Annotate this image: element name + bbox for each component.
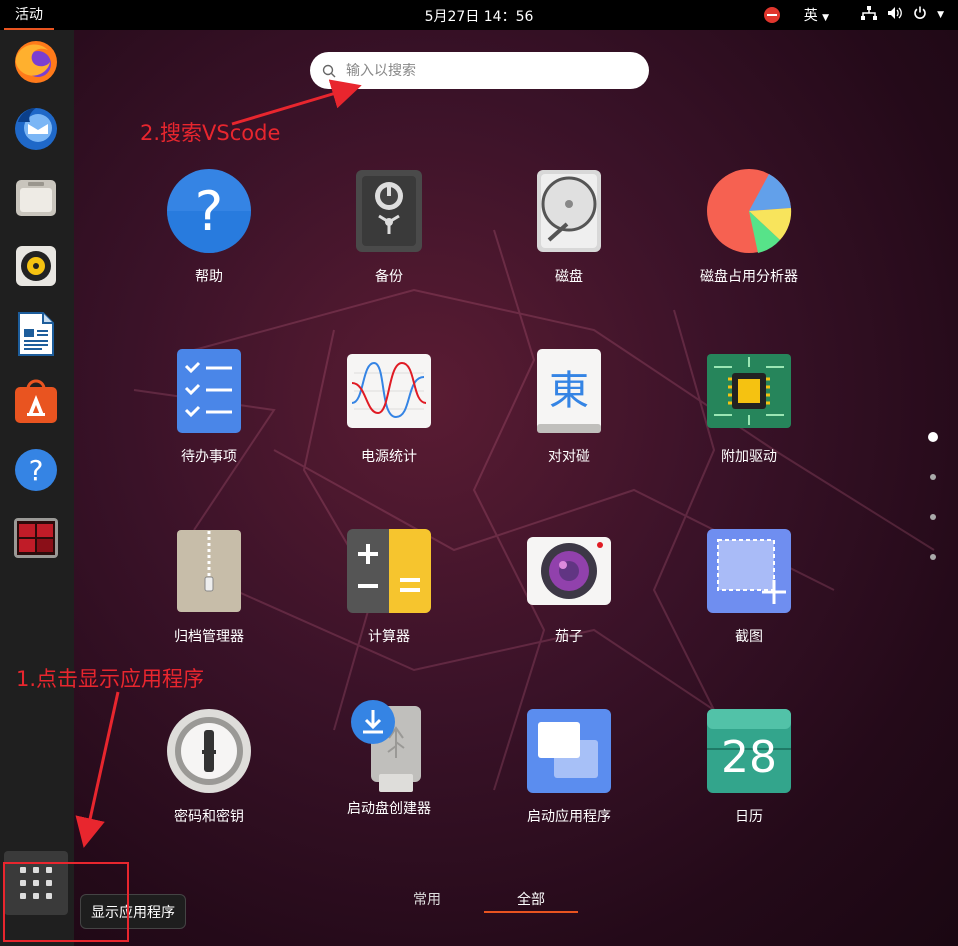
svg-text:?: ?: [29, 454, 44, 487]
thunderbird-icon[interactable]: [12, 104, 60, 152]
app-label: 归档管理器: [174, 629, 244, 645]
firefox-icon[interactable]: [12, 38, 60, 86]
disk-icon: [526, 168, 612, 254]
app-power-statistics[interactable]: 电源统计: [314, 348, 464, 498]
annotation-step2: 2.搜索VScode: [140, 121, 281, 145]
calendar-day: 28: [721, 732, 777, 783]
app-cheese[interactable]: 茄子: [494, 528, 644, 678]
startup-apps-icon: [526, 708, 612, 794]
power-statistics-icon: [346, 348, 432, 434]
app-label: 日历: [735, 809, 763, 825]
search-icon: [322, 64, 336, 77]
camera-cheese-icon: [526, 528, 612, 614]
app-todo[interactable]: 待办事项: [134, 348, 284, 498]
calendar-icon: 28: [706, 708, 792, 794]
tab-all[interactable]: 全部: [484, 889, 578, 909]
writer-icon[interactable]: [12, 310, 60, 358]
system-tray: 英 ▼ ▼: [763, 0, 944, 30]
page-dot[interactable]: [930, 514, 936, 520]
annotation-step1: 1.点击显示应用程序: [16, 667, 205, 691]
search-box[interactable]: [310, 52, 649, 89]
input-method-label: 英: [803, 8, 818, 24]
app-label: 磁盘占用分析器: [700, 269, 798, 285]
app-label: 待办事项: [181, 449, 237, 465]
files-icon[interactable]: [12, 174, 60, 222]
usb-creator-icon: [346, 698, 432, 794]
app-help[interactable]: ? 帮助: [134, 168, 284, 318]
app-label: 电源统计: [361, 449, 417, 465]
page-dot[interactable]: [930, 474, 936, 480]
app-additional-drivers[interactable]: 附加驱动: [674, 348, 824, 498]
app-disks[interactable]: 磁盘: [494, 168, 644, 318]
app-usb-creator[interactable]: 启动盘创建器: [314, 698, 464, 848]
active-tab-indicator: [484, 911, 578, 913]
app-label: 备份: [375, 269, 403, 285]
input-method-button[interactable]: 英 ▼: [804, 5, 829, 25]
app-label: 帮助: [195, 269, 223, 285]
app-passwords-keys[interactable]: 密码和密钥: [134, 708, 284, 858]
app-calculator[interactable]: 计算器: [314, 528, 464, 678]
app-calendar[interactable]: 28 日历: [674, 708, 824, 858]
app-label: 启动盘创建器: [347, 801, 431, 817]
page-dot[interactable]: [930, 554, 936, 560]
app-label: 对对碰: [548, 449, 590, 465]
app-label: 磁盘: [555, 269, 583, 285]
do-not-disturb-icon[interactable]: [763, 7, 780, 23]
app-label: 计算器: [368, 629, 410, 645]
app-label: 启动应用程序: [527, 809, 611, 825]
mahjongg-char: 東: [549, 368, 589, 414]
page-dot-active[interactable]: [928, 432, 938, 442]
app-label: 截图: [735, 629, 763, 645]
network-icon[interactable]: [861, 6, 878, 24]
app-label: 茄子: [555, 629, 583, 645]
chevron-down-icon: ▼: [822, 13, 830, 23]
svg-text:?: ?: [195, 180, 224, 243]
app-disk-usage[interactable]: 磁盘占用分析器: [674, 168, 824, 318]
todo-list-icon: [166, 348, 252, 434]
app-mahjongg[interactable]: 東 对对碰: [494, 348, 644, 498]
dock: ?: [0, 30, 74, 946]
chevron-down-icon[interactable]: ▼: [937, 10, 944, 20]
disk-usage-pie-icon: [706, 168, 792, 254]
annotation-highlight-box: [3, 862, 129, 942]
tab-frequent[interactable]: 常用: [402, 889, 452, 909]
chip-driver-icon: [706, 348, 792, 434]
software-icon[interactable]: [12, 378, 60, 426]
help-icon[interactable]: ?: [12, 446, 60, 494]
help-icon: ?: [166, 168, 252, 254]
activities-label: 活动: [15, 7, 43, 23]
calculator-icon: [346, 528, 432, 614]
archive-zipper-icon: [166, 528, 252, 614]
activities-button[interactable]: 活动: [4, 0, 54, 30]
mahjongg-tile-icon: 東: [526, 348, 612, 434]
app-label: 附加驱动: [721, 449, 777, 465]
app-label: 密码和密钥: [174, 809, 244, 825]
app-archive-manager[interactable]: 归档管理器: [134, 528, 284, 678]
app-screenshot[interactable]: 截图: [674, 528, 824, 678]
terminal-icon[interactable]: [12, 514, 60, 562]
datetime-label[interactable]: 5月27日 14：56: [425, 9, 534, 25]
app-startup-applications[interactable]: 启动应用程序: [494, 708, 644, 858]
keyring-icon: [166, 708, 252, 794]
rhythmbox-icon[interactable]: [12, 242, 60, 290]
app-backup[interactable]: 备份: [314, 168, 464, 318]
backup-safe-icon: [346, 168, 432, 254]
screenshot-icon: [706, 528, 792, 614]
top-bar: 活动 5月27日 14：56 英 ▼ ▼: [0, 0, 958, 30]
search-input[interactable]: [346, 62, 626, 79]
volume-icon[interactable]: [887, 6, 903, 24]
power-icon[interactable]: [913, 6, 927, 24]
